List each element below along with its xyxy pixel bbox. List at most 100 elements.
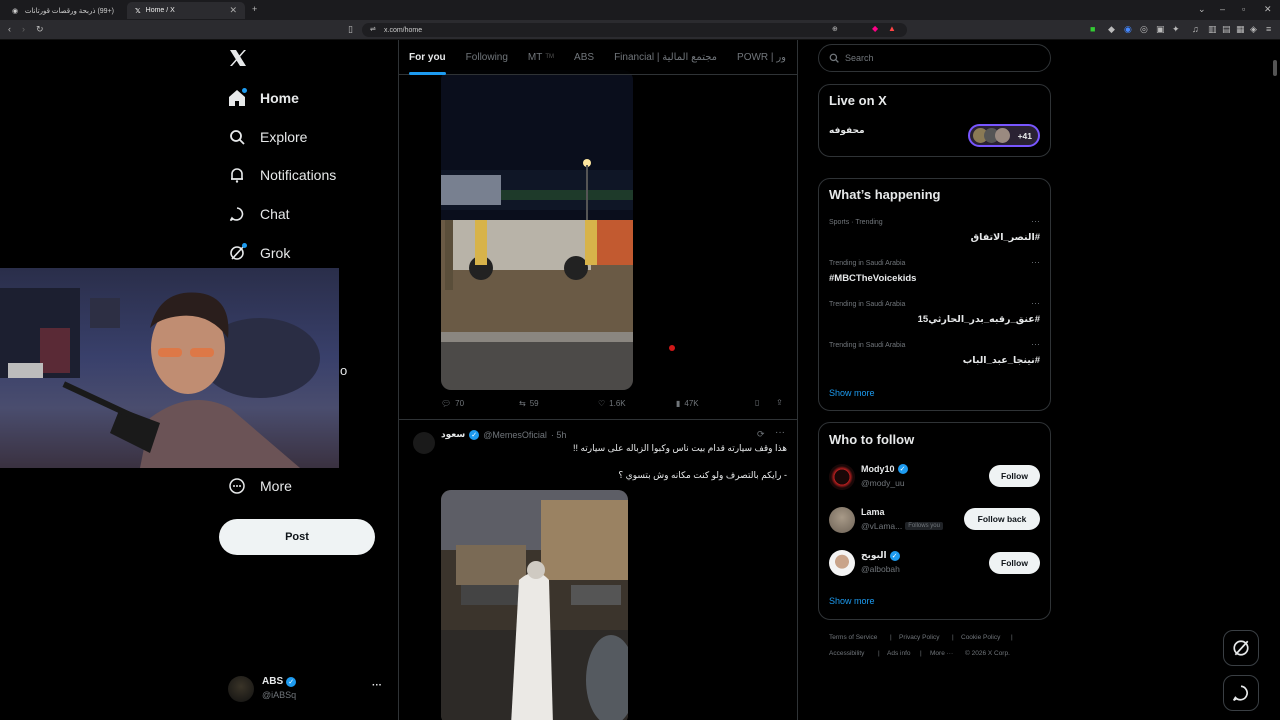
footer-link[interactable]: Ads info bbox=[887, 650, 911, 657]
trend-name: #نينجا_عبد_الباب bbox=[962, 355, 1040, 366]
views-button[interactable]: ▮ 47K bbox=[676, 399, 699, 408]
extension-icon[interactable]: ◉ bbox=[1124, 25, 1132, 34]
extension-icon[interactable]: ▣ bbox=[1156, 25, 1165, 34]
sidebar-item-notifications[interactable]: Notifications bbox=[228, 160, 336, 190]
grok-float-button[interactable] bbox=[1223, 630, 1259, 666]
browser-tab[interactable]: ◉ (+99) ذربحة ورقصات قورتانات القديمة bbox=[4, 2, 122, 19]
account-more-icon[interactable]: ··· bbox=[372, 680, 382, 691]
tab-following[interactable]: Following bbox=[456, 40, 518, 75]
bell-icon bbox=[228, 166, 246, 184]
trend-more-icon[interactable]: ··· bbox=[1031, 339, 1040, 349]
trend-more-icon[interactable]: ··· bbox=[1031, 216, 1040, 226]
maximize-icon[interactable]: ▫ bbox=[1242, 5, 1245, 14]
post-media[interactable] bbox=[441, 490, 628, 720]
page-scrollbar[interactable] bbox=[1273, 60, 1277, 76]
sidebar-item-chat[interactable]: Chat bbox=[228, 199, 290, 229]
share-button[interactable]: ⇪ bbox=[776, 398, 783, 407]
post-text-line: - رايكم بالتصرف ولو كنت مكانه وش بتسوي ؟ bbox=[618, 470, 787, 480]
browser-tab-active[interactable]: 𝕏 Home / X ✕ bbox=[127, 2, 245, 19]
live-listeners-pill[interactable]: +41 bbox=[968, 124, 1040, 147]
footer-more-link[interactable]: More ··· bbox=[930, 650, 953, 657]
grok-icon[interactable]: ⟳ bbox=[757, 429, 765, 440]
forward-icon[interactable]: › bbox=[22, 25, 25, 34]
account-switcher[interactable]: ABS ✓ @iABSq ··· bbox=[228, 674, 396, 704]
avatar[interactable] bbox=[829, 507, 855, 533]
post-more-icon[interactable]: ··· bbox=[775, 427, 785, 438]
brave-shield-icon[interactable]: ◆ bbox=[872, 25, 878, 33]
tab-abs[interactable]: ABS bbox=[564, 40, 604, 75]
sidebar-icon[interactable]: ▥ bbox=[1208, 25, 1217, 34]
bookmark-button[interactable]: ▯ bbox=[755, 398, 759, 407]
x-logo-icon[interactable] bbox=[228, 48, 248, 70]
back-icon[interactable]: ‹ bbox=[8, 25, 11, 34]
extension-icon[interactable]: ◎ bbox=[1140, 25, 1148, 34]
tab-financial[interactable]: Financial | مجتمع المالية bbox=[604, 40, 727, 75]
user-name-row[interactable]: Mody10 ✓ bbox=[861, 464, 908, 474]
listener-count: +41 bbox=[1017, 130, 1032, 141]
follow-button[interactable]: Follow bbox=[989, 552, 1040, 574]
music-icon[interactable]: ♫ bbox=[1192, 25, 1199, 34]
minimize-icon[interactable]: – bbox=[1220, 5, 1225, 14]
tab-for-you[interactable]: For you bbox=[399, 40, 456, 75]
user-name-row[interactable]: Lama bbox=[861, 507, 885, 517]
zoom-icon[interactable]: ⊕ bbox=[832, 26, 838, 33]
post-time[interactable]: · 5h bbox=[551, 430, 567, 440]
footer-link[interactable]: Accessibility bbox=[829, 650, 864, 657]
post-handle[interactable]: @MemesOficial bbox=[483, 430, 547, 440]
post-media[interactable] bbox=[441, 70, 633, 390]
trend-more-icon[interactable]: ··· bbox=[1031, 257, 1040, 267]
user-name-row[interactable]: البوبح ✓ bbox=[861, 550, 900, 561]
trend-item[interactable]: Trending in Saudi Arabia ··· #MBCTheVoic… bbox=[819, 256, 1050, 294]
user-handle: @albobah bbox=[861, 564, 900, 574]
post-author[interactable]: سعود bbox=[441, 429, 465, 440]
show-more-link[interactable]: Show more bbox=[829, 596, 875, 606]
footer-link[interactable]: Privacy Policy bbox=[899, 634, 939, 641]
tab-powr[interactable]: POWR | ور bbox=[727, 40, 796, 75]
extension-icon[interactable]: ■ bbox=[1090, 25, 1095, 34]
vpn-icon[interactable]: ◈ bbox=[1250, 25, 1257, 34]
site-info-icon[interactable]: ⇌ bbox=[370, 26, 376, 33]
trend-item[interactable]: Trending in Saudi Arabia ··· #نينجا_عبد_… bbox=[819, 338, 1050, 376]
avatar[interactable] bbox=[829, 464, 855, 490]
repost-button[interactable]: ⇆ 59 bbox=[519, 399, 539, 408]
tab-label: MT bbox=[527, 51, 543, 63]
rewards-icon[interactable]: ▲ bbox=[888, 25, 896, 33]
trend-item[interactable]: Trending in Saudi Arabia ··· #عنق_رقبه_ب… bbox=[819, 297, 1050, 335]
sidebar-item-grok[interactable]: Grok bbox=[228, 238, 290, 268]
account-name-row: ABS ✓ bbox=[262, 676, 297, 687]
show-more-link[interactable]: Show more bbox=[829, 388, 875, 398]
messages-float-button[interactable] bbox=[1223, 675, 1259, 711]
close-window-icon[interactable]: ✕ bbox=[1264, 5, 1272, 14]
address-bar[interactable]: ⇌ x.com/home ⊕ ◆ ▲ bbox=[362, 23, 907, 37]
bookmarks-icon[interactable]: ▤ bbox=[1222, 25, 1231, 34]
sidebar-item-explore[interactable]: Explore bbox=[228, 122, 307, 152]
reload-icon[interactable]: ↻ bbox=[36, 25, 44, 34]
sidebar-item-label: Chat bbox=[260, 206, 290, 222]
extension-icon[interactable]: ◆ bbox=[1108, 25, 1115, 34]
avatar[interactable] bbox=[413, 432, 435, 454]
trend-item[interactable]: Sports · Trending ··· #النصر_الاتفاق bbox=[819, 215, 1050, 253]
new-tab-icon[interactable]: + bbox=[252, 5, 257, 14]
tab-mt[interactable]: MT TM bbox=[518, 40, 564, 75]
close-tab-icon[interactable]: ✕ bbox=[229, 5, 237, 16]
like-button[interactable]: ♡ 1.6K bbox=[598, 399, 626, 408]
verified-badge-icon: ✓ bbox=[286, 676, 297, 687]
follow-back-button[interactable]: Follow back bbox=[964, 508, 1040, 530]
footer-link[interactable]: Cookie Policy bbox=[961, 634, 1000, 641]
menu-icon[interactable]: ≡ bbox=[1266, 25, 1271, 34]
footer-separator: | bbox=[890, 634, 892, 641]
footer-link[interactable]: Terms of Service bbox=[829, 634, 877, 641]
wallet-icon[interactable]: ▦ bbox=[1236, 25, 1245, 34]
bookmark-icon[interactable]: ▯ bbox=[348, 25, 353, 34]
trend-more-icon[interactable]: ··· bbox=[1031, 298, 1040, 308]
reply-button[interactable]: 💬︎ 70 bbox=[441, 399, 464, 408]
sidebar-item-home[interactable]: Home bbox=[228, 83, 299, 113]
follow-button[interactable]: Follow bbox=[989, 465, 1040, 487]
sidebar-item-more[interactable]: More bbox=[228, 471, 292, 501]
search-box[interactable]: Search bbox=[818, 44, 1051, 72]
puzzle-icon[interactable]: ✦ bbox=[1172, 25, 1180, 34]
live-host[interactable]: محفوفه bbox=[829, 125, 865, 136]
chevron-down-icon[interactable]: ⌄ bbox=[1198, 5, 1206, 14]
avatar[interactable] bbox=[829, 550, 855, 576]
post-button[interactable]: Post bbox=[219, 519, 375, 555]
